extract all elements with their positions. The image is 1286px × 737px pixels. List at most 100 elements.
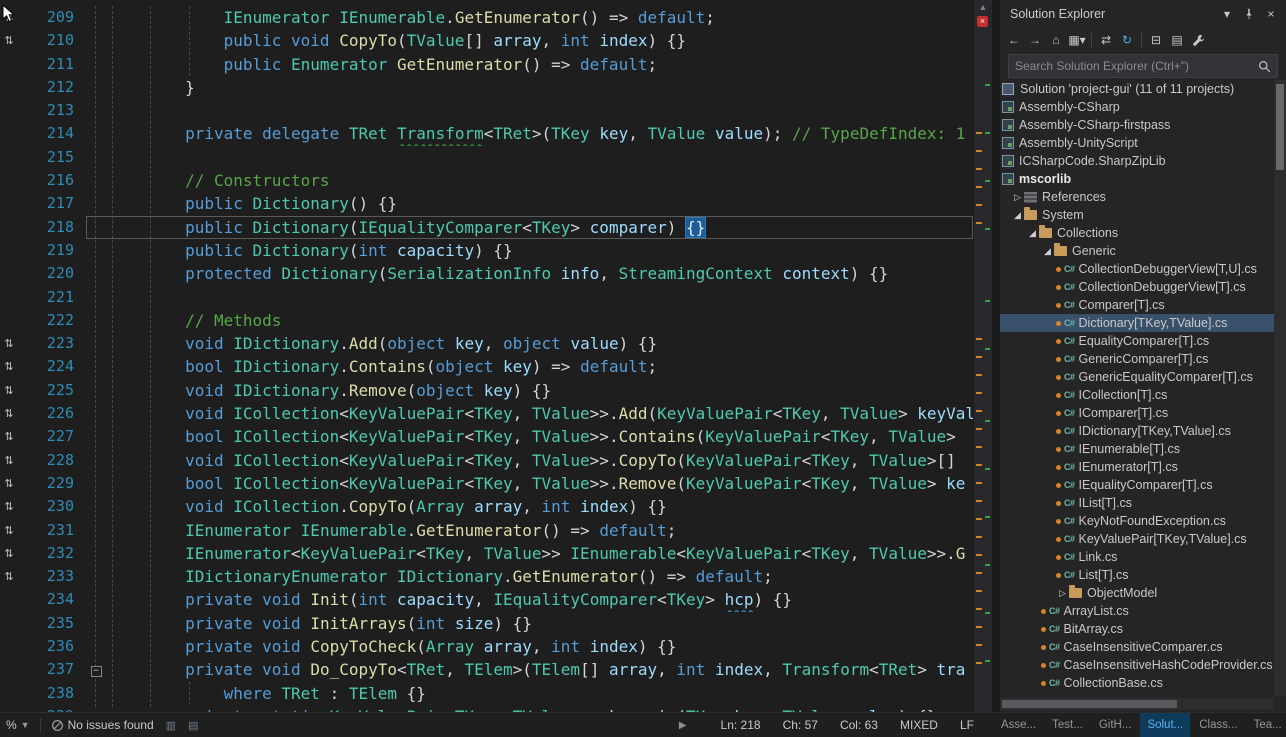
tree-item[interactable]: C#ArrayList.cs [1000, 602, 1274, 620]
tree-item[interactable]: C#Link.cs [1000, 548, 1274, 566]
line-number[interactable]: 219 [18, 239, 84, 262]
line-number[interactable]: 236 [18, 635, 84, 658]
tree-item[interactable]: C#List[T].cs [1000, 566, 1274, 584]
code-line[interactable]: ⇅230 void ICollection.CopyTo(Array array… [0, 495, 974, 518]
close-icon[interactable]: × [1262, 5, 1280, 23]
line-number[interactable]: 230 [18, 495, 84, 518]
line-number[interactable]: 220 [18, 262, 84, 285]
line-number[interactable]: 210 [18, 29, 84, 52]
line-number[interactable]: 226 [18, 402, 84, 425]
line-number[interactable]: 212 [18, 76, 84, 99]
code-editor[interactable]: ⇅209 IEnumerator IEnumerable.GetEnumerat… [0, 0, 992, 712]
code-text[interactable]: protected Dictionary(SerializationInfo i… [108, 262, 974, 285]
code-line[interactable]: 212 } [0, 76, 974, 99]
line-number[interactable]: 234 [18, 588, 84, 611]
tree-item[interactable]: mscorlib [1000, 170, 1274, 188]
line-number[interactable]: 238 [18, 682, 84, 705]
forward-icon[interactable]: → [1025, 30, 1045, 50]
expand-arrow-icon[interactable]: ▷ [1011, 192, 1024, 203]
editor-scrollbar[interactable]: ▲ × [973, 0, 992, 712]
tree-item[interactable]: C#IDictionary[TKey,TValue].cs [1000, 422, 1274, 440]
fold-collapse-icon[interactable]: − [91, 666, 102, 677]
code-line[interactable]: 215 [0, 146, 974, 169]
tree-item[interactable]: C#IComparer[T].cs [1000, 404, 1274, 422]
play-icon[interactable]: ▶ [679, 720, 687, 731]
interface-implementation-icon[interactable]: ⇅ [0, 472, 18, 495]
code-line[interactable]: 221 [0, 286, 974, 309]
code-text[interactable]: void ICollection.CopyTo(Array array, int… [108, 495, 974, 518]
line-number[interactable]: 237 [18, 658, 84, 681]
tree-item[interactable]: C#BitArray.cs [1000, 620, 1274, 638]
line-number[interactable]: 227 [18, 425, 84, 448]
code-line[interactable]: 216 // Constructors [0, 169, 974, 192]
tree-item[interactable]: ◢Collections [1000, 224, 1274, 242]
code-text[interactable]: void ICollection<KeyValuePair<TKey, TVal… [108, 402, 974, 425]
tree-item[interactable]: ◢Generic [1000, 242, 1274, 260]
tree-item[interactable]: ◢System [1000, 206, 1274, 224]
interface-implementation-icon[interactable]: ⇅ [0, 565, 18, 588]
tool-window-tab[interactable]: Tea... [1247, 713, 1286, 737]
code-lines[interactable]: ⇅209 IEnumerator IEnumerable.GetEnumerat… [0, 6, 974, 712]
tool-window-tab[interactable]: GitH... [1092, 713, 1139, 737]
interface-implementation-icon[interactable]: ⇅ [0, 402, 18, 425]
search-icon[interactable] [1258, 60, 1271, 73]
collapse-arrow-icon[interactable]: ◢ [1011, 210, 1024, 221]
line-number[interactable]: 209 [18, 6, 84, 29]
tree-item[interactable]: C#Dictionary[TKey,TValue].cs [1000, 314, 1274, 332]
tree-item[interactable]: C#ICollection[T].cs [1000, 386, 1274, 404]
scroll-up-icon[interactable]: ▲ [974, 0, 992, 14]
tree-item[interactable]: ICSharpCode.SharpZipLib [1000, 152, 1274, 170]
code-text[interactable]: private void CopyToCheck(Array array, in… [108, 635, 974, 658]
code-text[interactable]: // Methods [108, 309, 974, 332]
line-number[interactable]: 221 [18, 286, 84, 309]
tree-item[interactable]: C#CaseInsensitiveHashCodeProvider.cs [1000, 656, 1274, 674]
code-line[interactable]: 234 private void Init(int capacity, IEqu… [0, 588, 974, 611]
code-line[interactable]: ⇅233 IDictionaryEnumerator IDictionary.G… [0, 565, 974, 588]
code-line[interactable]: ⇅224 bool IDictionary.Contains(object ke… [0, 355, 974, 378]
sync-active-document-icon[interactable]: ⇄ [1096, 30, 1116, 50]
line-number[interactable]: 222 [18, 309, 84, 332]
code-line[interactable]: ⇅226 void ICollection<KeyValuePair<TKey,… [0, 402, 974, 425]
code-line[interactable]: 211 public Enumerator GetEnumerator() =>… [0, 53, 974, 76]
tool-window-tab[interactable]: Test... [1045, 713, 1090, 737]
line-number[interactable]: 235 [18, 612, 84, 635]
tree-item[interactable]: C#CollectionDebuggerView[T,U].cs [1000, 260, 1274, 278]
collapse-arrow-icon[interactable]: ◢ [1041, 246, 1054, 257]
tree-item[interactable]: ▷ObjectModel [1000, 584, 1274, 602]
eol-indicator[interactable]: LF [960, 718, 974, 732]
code-line[interactable]: ⇅229 bool ICollection<KeyValuePair<TKey,… [0, 472, 974, 495]
line-number[interactable]: 233 [18, 565, 84, 588]
tree-item[interactable]: C#KeyNotFoundException.cs [1000, 512, 1274, 530]
panel-splitter[interactable] [992, 0, 1000, 712]
tree-item[interactable]: C#GenericComparer[T].cs [1000, 350, 1274, 368]
tree-item[interactable]: C#CollectionBase.cs [1000, 674, 1274, 692]
character-indicator[interactable]: Ch: 57 [783, 718, 818, 732]
code-text[interactable]: IEnumerator<KeyValuePair<TKey, TValue>> … [108, 542, 974, 565]
code-text[interactable]: public Dictionary(IEqualityComparer<TKey… [108, 216, 974, 239]
line-number[interactable]: 216 [18, 169, 84, 192]
scrollbar-thumb[interactable] [1276, 84, 1284, 170]
tree-item[interactable]: C#Comparer[T].cs [1000, 296, 1274, 314]
interface-implementation-icon[interactable]: ⇅ [0, 332, 18, 355]
code-text[interactable] [108, 146, 974, 169]
collapse-arrow-icon[interactable]: ◢ [1026, 228, 1039, 239]
code-text[interactable]: void ICollection<KeyValuePair<TKey, TVal… [108, 449, 974, 472]
code-text[interactable]: private void InitArrays(int size) {} [108, 612, 974, 635]
panel-horizontal-scrollbar[interactable] [1000, 698, 1274, 710]
tree-item[interactable]: C#IEnumerable[T].cs [1000, 440, 1274, 458]
tree-item[interactable]: C#EqualityComparer[T].cs [1000, 332, 1274, 350]
properties-icon[interactable] [1188, 30, 1208, 50]
code-text[interactable]: public Dictionary(int capacity) {} [108, 239, 974, 262]
code-text[interactable]: IDictionaryEnumerator IDictionary.GetEnu… [108, 565, 974, 588]
code-text[interactable] [108, 99, 974, 122]
line-number[interactable]: 232 [18, 542, 84, 565]
interface-implementation-icon[interactable]: ⇅ [0, 519, 18, 542]
tree-item[interactable]: C#CaseInsensitiveComparer.cs [1000, 638, 1274, 656]
code-line[interactable]: ⇅227 bool ICollection<KeyValuePair<TKey,… [0, 425, 974, 448]
tree-item[interactable]: C#IList[T].cs [1000, 494, 1274, 512]
interface-implementation-icon[interactable]: ⇅ [0, 355, 18, 378]
line-ending-indicator[interactable]: MIXED [900, 718, 938, 732]
tree-item[interactable]: Assembly-CSharp-firstpass [1000, 116, 1274, 134]
code-line[interactable]: 213 [0, 99, 974, 122]
interface-implementation-icon[interactable]: ⇅ [0, 425, 18, 448]
